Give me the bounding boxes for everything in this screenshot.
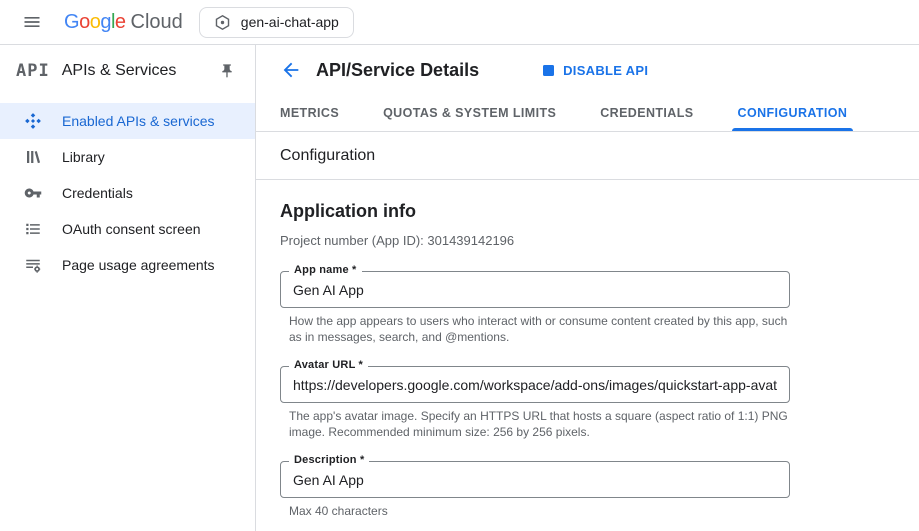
description-label: Description * — [289, 454, 369, 466]
key-icon — [24, 184, 42, 202]
description-helper-text: Max 40 characters — [289, 504, 794, 520]
pin-icon — [219, 63, 235, 79]
section-title-bar: Configuration — [256, 132, 919, 180]
google-logo-text: Google — [64, 11, 126, 34]
avatar-url-helper-text: The app's avatar image. Specify an HTTPS… — [289, 409, 794, 440]
tab-credentials[interactable]: CREDENTIALS — [600, 95, 693, 131]
disable-api-button[interactable]: DISABLE API — [543, 63, 648, 78]
description-input[interactable] — [280, 461, 790, 498]
topbar: Google Cloud gen-ai-chat-app — [0, 0, 919, 45]
sidebar-item-label: Enabled APIs & services — [62, 113, 215, 129]
sidebar: API APIs & Services Enabled APIs & servi… — [0, 45, 256, 531]
project-selector[interactable]: gen-ai-chat-app — [199, 7, 354, 38]
main-panel: API/Service Details DISABLE API METRICS … — [256, 45, 919, 531]
sidebar-item-library[interactable]: Library — [0, 139, 255, 175]
project-selector-label: gen-ai-chat-app — [241, 14, 339, 30]
application-info-heading: Application info — [280, 201, 895, 222]
sidebar-item-enabled-apis[interactable]: Enabled APIs & services — [0, 103, 255, 139]
tab-quotas-system-limits[interactable]: QUOTAS & SYSTEM LIMITS — [383, 95, 556, 131]
google-cloud-logo[interactable]: Google Cloud — [64, 11, 183, 34]
library-icon — [24, 148, 42, 166]
sidebar-header: API APIs & Services — [0, 45, 255, 97]
sidebar-item-oauth-consent[interactable]: OAuth consent screen — [0, 211, 255, 247]
sidebar-item-label: Page usage agreements — [62, 257, 215, 273]
disable-api-label: DISABLE API — [563, 63, 648, 78]
avatar-url-label: Avatar URL * — [289, 359, 368, 371]
avatar-url-input[interactable] — [280, 366, 790, 403]
tab-configuration[interactable]: CONFIGURATION — [738, 95, 848, 131]
stop-icon — [543, 65, 554, 76]
app-name-input[interactable] — [280, 271, 790, 308]
app-name-field: App name * — [280, 271, 790, 308]
app-name-label: App name * — [289, 264, 362, 276]
sidebar-item-label: OAuth consent screen — [62, 221, 201, 237]
project-number-text: Project number (App ID): 301439142196 — [280, 233, 895, 248]
sidebar-item-page-usage-agreements[interactable]: Page usage agreements — [0, 247, 255, 283]
page-title: API/Service Details — [316, 60, 479, 81]
tab-bar: METRICS QUOTAS & SYSTEM LIMITS CREDENTIA… — [256, 95, 919, 132]
sidebar-nav: Enabled APIs & services Library Credenti… — [0, 97, 255, 283]
description-field: Description * — [280, 461, 790, 498]
pin-button[interactable] — [217, 61, 237, 81]
sidebar-item-label: Library — [62, 149, 105, 165]
cloud-logo-text: Cloud — [131, 11, 183, 34]
project-icon — [214, 14, 231, 31]
sidebar-item-credentials[interactable]: Credentials — [0, 175, 255, 211]
tab-metrics[interactable]: METRICS — [280, 95, 339, 131]
app-name-helper-text: How the app appears to users who interac… — [289, 314, 794, 345]
back-arrow-icon — [280, 59, 302, 81]
page-body: API APIs & Services Enabled APIs & servi… — [0, 45, 919, 531]
section-title: Configuration — [280, 147, 375, 165]
back-button[interactable] — [280, 59, 302, 81]
avatar-url-field: Avatar URL * — [280, 366, 790, 403]
hamburger-menu-button[interactable] — [14, 4, 50, 40]
agreements-icon — [24, 256, 42, 274]
sidebar-title: APIs & Services — [62, 62, 177, 80]
enabled-apis-icon — [24, 112, 42, 130]
hamburger-icon — [22, 12, 42, 32]
consent-screen-icon — [24, 220, 42, 238]
configuration-content: Application info Project number (App ID)… — [256, 180, 919, 520]
page-header: API/Service Details DISABLE API — [256, 45, 919, 95]
sidebar-item-label: Credentials — [62, 185, 133, 201]
apis-services-logo: API — [16, 61, 50, 81]
